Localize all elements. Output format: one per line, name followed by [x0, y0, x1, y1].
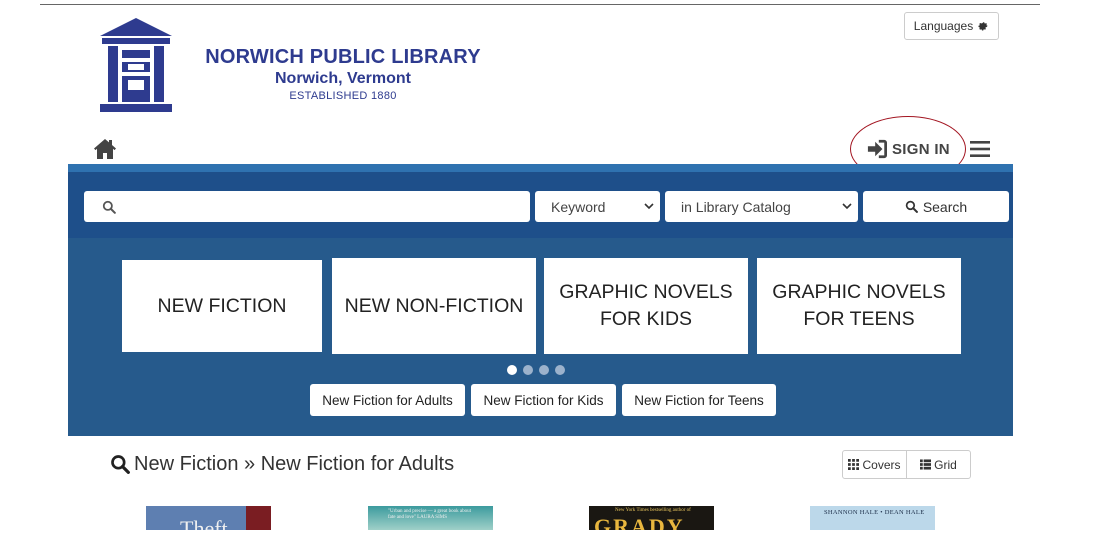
view-toggle: Covers Grid: [842, 450, 971, 479]
search-button-label: Search: [922, 198, 968, 215]
sign-in-link[interactable]: SIGN IN: [866, 138, 950, 160]
search-icon: [905, 200, 918, 213]
languages-button[interactable]: Languages: [904, 12, 999, 40]
gear-icon: [978, 22, 988, 31]
chevron-down-icon: [644, 203, 654, 210]
page: NORWICH PUBLIC LIBRARY Norwich, Vermont …: [0, 0, 1100, 560]
search-bar: Keyword in Library Catalog Search: [68, 172, 1013, 238]
carousel-tile-new-non-fiction[interactable]: NEW NON-FICTION: [332, 258, 536, 354]
home-icon[interactable]: [93, 138, 117, 160]
sign-in-label: SIGN IN: [892, 140, 950, 158]
carousel-tile-new-fiction[interactable]: NEW FICTION: [122, 260, 322, 352]
book-cover-title: Theft: [180, 516, 228, 530]
grid-dots-icon: [848, 459, 860, 470]
book-cover-tagline: New York Times bestselling author of: [615, 508, 691, 513]
browse-carousel: NEW FICTION NEW NON-FICTION GRAPHIC NOVE…: [68, 238, 1013, 436]
results-breadcrumb: New Fiction » New Fiction for Adults: [134, 452, 455, 475]
list-icon: [920, 459, 932, 470]
library-town: Norwich, Vermont: [274, 70, 412, 87]
book-cover[interactable]: "Urban and precise — a great book about …: [368, 506, 493, 530]
search-field-selected: Keyword: [551, 198, 606, 215]
carousel-dot[interactable]: [539, 365, 549, 375]
results-heading: New Fiction » New Fiction for Adults: [110, 452, 454, 476]
library-logo[interactable]: [98, 16, 174, 114]
carousel-dot[interactable]: [555, 365, 565, 375]
sign-in-icon: [867, 139, 887, 159]
menu-icon[interactable]: [970, 140, 990, 158]
languages-label: Languages: [913, 19, 974, 33]
search-scope-select[interactable]: in Library Catalog: [665, 191, 858, 222]
book-cover[interactable]: Theft: [146, 506, 271, 530]
carousel-dot[interactable]: [507, 365, 517, 375]
book-cover[interactable]: New York Times bestselling author of GRA…: [589, 506, 714, 530]
covers-view-button[interactable]: Covers: [843, 451, 906, 478]
library-title-block: NORWICH PUBLIC LIBRARY Norwich, Vermont …: [198, 46, 488, 102]
chevron-down-icon: [842, 203, 852, 210]
search-icon: [102, 200, 116, 214]
search-band-top-strip: [68, 164, 1013, 172]
carousel-tile-graphic-novels-kids[interactable]: GRAPHIC NOVELS FOR KIDS: [544, 258, 748, 354]
book-cover-title: GRADY: [594, 514, 685, 530]
covers-view-label: Covers: [862, 457, 901, 472]
category-button-fiction-teens[interactable]: New Fiction for Teens: [622, 384, 776, 416]
search-button[interactable]: Search: [863, 191, 1009, 222]
book-cover-blurb: "Urban and precise — a great book about …: [388, 509, 471, 520]
book-cover-authors: SHANNON HALE • DEAN HALE: [824, 509, 925, 516]
grid-view-button[interactable]: Grid: [906, 451, 970, 478]
search-input[interactable]: [84, 191, 530, 222]
library-established: ESTABLISHED 1880: [289, 90, 397, 102]
category-button-fiction-kids[interactable]: New Fiction for Kids: [471, 384, 616, 416]
library-name: NORWICH PUBLIC LIBRARY: [205, 46, 481, 68]
grid-view-label: Grid: [934, 457, 957, 472]
search-icon: [111, 455, 130, 474]
book-cover[interactable]: SHANNON HALE • DEAN HALE: [810, 506, 935, 530]
search-scope-selected: in Library Catalog: [681, 198, 791, 215]
category-button-fiction-adults[interactable]: New Fiction for Adults: [310, 384, 465, 416]
search-field-select[interactable]: Keyword: [535, 191, 660, 222]
carousel-pagination: [507, 365, 565, 375]
top-divider: [40, 4, 1040, 5]
carousel-dot[interactable]: [523, 365, 533, 375]
carousel-tile-graphic-novels-teens[interactable]: GRAPHIC NOVELS FOR TEENS: [757, 258, 961, 354]
